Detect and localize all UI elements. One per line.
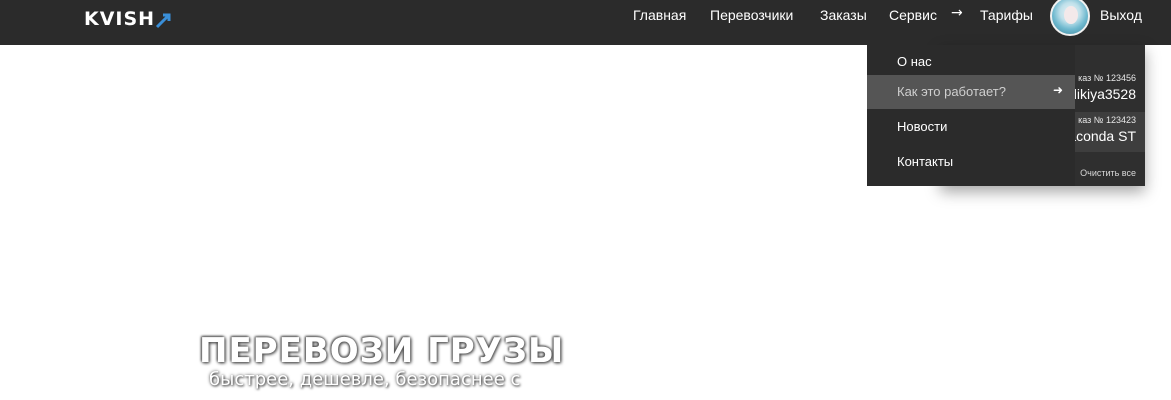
hero-title: ПЕРЕВОЗИ ГРУЗЫ: [199, 331, 565, 371]
menu-item-label: Контакты: [897, 154, 954, 169]
menu-item-about[interactable]: О нас: [867, 45, 1075, 79]
logo-text: KVISH: [84, 8, 156, 30]
notification-name: likiya3528: [1073, 86, 1136, 102]
arrow-right-icon: ➜: [1052, 83, 1063, 97]
service-dropdown-menu: О нас Как это работает? ➜ Новости Контак…: [867, 45, 1075, 186]
nav-home[interactable]: Главная: [633, 7, 686, 25]
nav-tariffs[interactable]: Тарифы: [980, 7, 1033, 25]
menu-item-label: О нас: [897, 54, 932, 69]
arrow-right-icon: →: [951, 5, 963, 21]
menu-item-news[interactable]: Новости: [867, 110, 1075, 144]
nav-service[interactable]: Сервис: [889, 7, 937, 25]
notification-order-number: каз № 123456: [1078, 73, 1136, 83]
menu-item-how-it-works[interactable]: Как это работает? ➜: [867, 75, 1075, 109]
avatar[interactable]: [1050, 0, 1090, 36]
nav-orders[interactable]: Заказы: [820, 7, 867, 25]
nav-carriers[interactable]: Перевозчики: [710, 7, 793, 25]
hero-subtitle: быстрее, дешевле, безопаснее с: [209, 369, 521, 390]
nav-logout[interactable]: Выход: [1100, 7, 1142, 25]
menu-item-contacts[interactable]: Контакты: [867, 145, 1075, 179]
notification-name: aconda ST: [1068, 128, 1136, 144]
avatar-face: [1064, 6, 1078, 24]
clear-all-button[interactable]: Очистить все: [1080, 168, 1136, 178]
menu-item-label: Новости: [897, 119, 948, 134]
menu-item-label: Как это работает?: [897, 84, 1006, 99]
notification-order-number: каз № 123423: [1078, 115, 1136, 125]
logo-arrow-icon: [155, 13, 171, 29]
logo[interactable]: KVISH: [84, 8, 171, 30]
top-navigation-bar: KVISH Главная Перевозчики Заказы Сервис …: [0, 0, 1171, 45]
